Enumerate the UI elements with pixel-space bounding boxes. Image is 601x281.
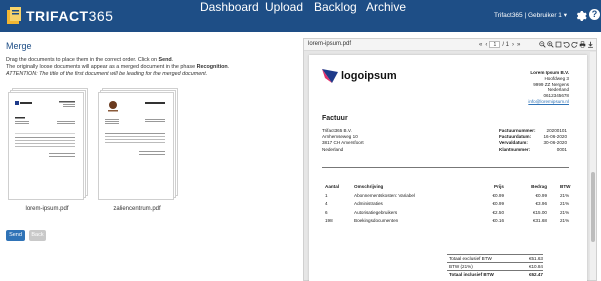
invoice-logo: logoipsum [322,69,397,83]
chevron-down-icon: ▾ [563,12,567,19]
document-preview [8,92,84,200]
zoom-in-icon[interactable] [547,41,554,48]
prev-page-icon[interactable]: ‹ [485,42,487,48]
gear-icon[interactable] [575,9,587,21]
user-menu[interactable]: Trifact365 | Gebruiker 1 ▾ [494,11,567,19]
page-number-input[interactable]: 1 [489,41,501,48]
fit-page-icon[interactable] [555,41,562,48]
user-menu-label: Trifact365 | Gebruiker 1 [494,12,562,19]
recipient-address: Trifact365 B.V. Arnhemseweg 10 3817 CH A… [322,128,364,152]
download-icon[interactable] [587,41,594,48]
invoice-totals: Totaal exclusief BTW €51.63 BTW (21%) €10.… [447,254,543,278]
print-icon[interactable] [579,41,586,48]
back-button[interactable]: Back [29,230,46,241]
divider [322,167,569,168]
viewer-scrollbar[interactable] [590,52,596,280]
invoice-logo-text: logoipsum [341,70,397,82]
last-page-icon[interactable]: » [517,42,520,48]
invoice-title: Factuur [322,115,348,122]
document-label-1: lorem-ipsum.pdf [25,206,69,212]
sender-email-link[interactable]: info@loremipsum.nl [528,99,569,105]
total-row: BTW (21%) €10.84 [447,262,543,269]
logoipsum-icon [322,69,338,83]
send-button[interactable]: Send [6,230,25,241]
pdf-viewer: lorem-ipsum.pdf « ‹ 1 / 1 › » logoipsum [303,38,597,281]
document-label-2: zaliencentrum.pdf [113,206,161,212]
table-row: 6 Autorisatiegebruikers €2.50 €15.00 21% [325,209,570,215]
sender-address: Lorem Ipsum B.V. Hoofdweg 3 9999 ZZ Nerg… [528,70,569,105]
table-row: 198 Boekingsdocumenten €0.16 €31.68 21% [325,218,570,224]
logo-mark-icon [6,7,22,25]
rotate-left-icon[interactable] [563,41,570,48]
invoice-meta: Factuurnummer: 20200101 Factuurdatum: 16-0… [499,128,567,152]
viewer-toolbar: lorem-ipsum.pdf « ‹ 1 / 1 › » [304,39,596,51]
nav-archive[interactable]: Archive [366,0,406,14]
page-total: / 1 [502,41,510,48]
pdf-page: logoipsum Lorem Ipsum B.V. Hoofdweg 3 99… [309,55,587,281]
first-page-icon[interactable]: « [479,42,482,48]
rotate-right-icon[interactable] [571,41,578,48]
document-thumbnail-2[interactable] [98,88,178,203]
nav-dashboard[interactable]: Dashboard [200,0,259,14]
table-row: 4 Administraties €0.99 €3.96 21% [325,201,570,207]
total-row: Totaal exclusief BTW €51.63 [447,254,543,261]
total-row: Totaal inclusief BTW €62.47 [447,270,543,277]
nav-backlog[interactable]: Backlog [314,0,357,14]
app-logo[interactable]: TRIFACT365 [6,6,113,26]
help-icon[interactable]: ? [589,9,600,20]
document-thumbnail-1[interactable] [8,88,88,203]
page-title: Merge [6,41,32,51]
logo-text: TRIFACT365 [26,8,114,24]
page-navigation: « ‹ 1 / 1 › » [479,41,520,48]
top-navbar: TRIFACT365 Dashboard Upload Backlog Arch… [0,0,601,32]
nav-upload[interactable]: Upload [265,0,303,14]
viewer-filename: lorem-ipsum.pdf [308,41,352,47]
zoom-out-icon[interactable] [539,41,546,48]
table-header: Aantal Omschrijving Prijs Bedrag BTW [325,184,571,189]
instructions: Drag the documents to place them in the … [6,57,230,77]
table-row: 1 Abonnementskosten: Variabel €0.99 €0.9… [325,192,570,198]
document-preview [98,92,174,200]
invoice-lines-table: Aantal Omschrijving Prijs Bedrag BTW 1 A… [322,184,571,227]
scrollbar-thumb[interactable] [591,172,595,242]
next-page-icon[interactable]: › [512,42,514,48]
